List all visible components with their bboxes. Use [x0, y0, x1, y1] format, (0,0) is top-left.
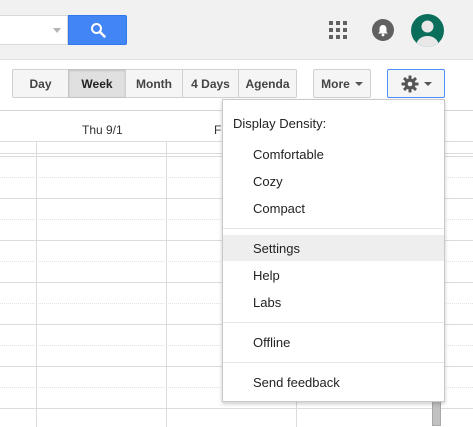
menu-item-label: Send feedback — [253, 374, 340, 390]
menu-item-offline[interactable]: Offline — [223, 329, 444, 355]
menu-item-label: Comfortable — [253, 146, 324, 162]
search-icon — [90, 23, 106, 38]
view-4days-button[interactable]: 4 Days — [182, 69, 239, 98]
view-month-label: Month — [136, 76, 172, 91]
view-week-button[interactable]: Week — [68, 69, 126, 98]
menu-item-label: Labs — [253, 294, 282, 310]
view-agenda-label: Agenda — [245, 76, 290, 91]
grid-column-divider — [166, 142, 167, 427]
view-4days-label: 4 Days — [191, 76, 230, 91]
chevron-down-icon — [354, 81, 363, 86]
search-input[interactable] — [0, 15, 68, 45]
view-week-label: Week — [81, 76, 113, 91]
menu-item-cozy[interactable]: Cozy — [223, 168, 444, 194]
settings-gear-button[interactable] — [387, 69, 445, 98]
menu-item-settings[interactable]: Settings — [223, 235, 444, 261]
grid-column-divider — [36, 142, 37, 427]
menu-item-label: Settings — [253, 240, 300, 256]
settings-menu: Display Density: Comfortable Cozy Compac… — [222, 99, 445, 402]
menu-separator — [223, 322, 444, 323]
day-header-thu[interactable]: Thu 9/1 — [82, 123, 123, 137]
menu-item-label: Offline — [253, 334, 291, 350]
menu-separator — [223, 362, 444, 363]
apps-grid-icon[interactable] — [329, 21, 347, 39]
view-agenda-button[interactable]: Agenda — [238, 69, 297, 98]
search-options-chevron-icon[interactable] — [53, 28, 61, 33]
view-day-button[interactable]: Day — [12, 69, 69, 98]
vertical-scrollbar[interactable] — [432, 400, 441, 426]
menu-item-label: Compact — [253, 200, 306, 216]
gear-icon — [401, 75, 418, 92]
menu-item-comfortable[interactable]: Comfortable — [223, 141, 444, 167]
menu-item-help[interactable]: Help — [223, 262, 444, 288]
display-density-heading: Display Density: — [233, 116, 327, 131]
menu-item-label: Help — [253, 267, 280, 283]
menu-item-label: Cozy — [253, 173, 283, 189]
menu-item-compact[interactable]: Compact — [223, 195, 444, 221]
view-day-label: Day — [29, 76, 52, 91]
more-button[interactable]: More — [313, 69, 371, 98]
view-month-button[interactable]: Month — [125, 69, 183, 98]
menu-item-labs[interactable]: Labs — [223, 289, 444, 315]
menu-separator — [223, 228, 444, 229]
top-bar — [0, 0, 473, 60]
account-avatar-icon[interactable] — [411, 14, 444, 47]
more-label: More — [321, 76, 350, 91]
search-button[interactable] — [68, 15, 127, 45]
notification-bell-icon[interactable] — [372, 19, 394, 41]
chevron-down-icon — [423, 81, 432, 86]
hour-line — [0, 408, 473, 409]
menu-item-send-feedback[interactable]: Send feedback — [223, 369, 444, 395]
day-header-fri[interactable]: F — [214, 123, 221, 137]
